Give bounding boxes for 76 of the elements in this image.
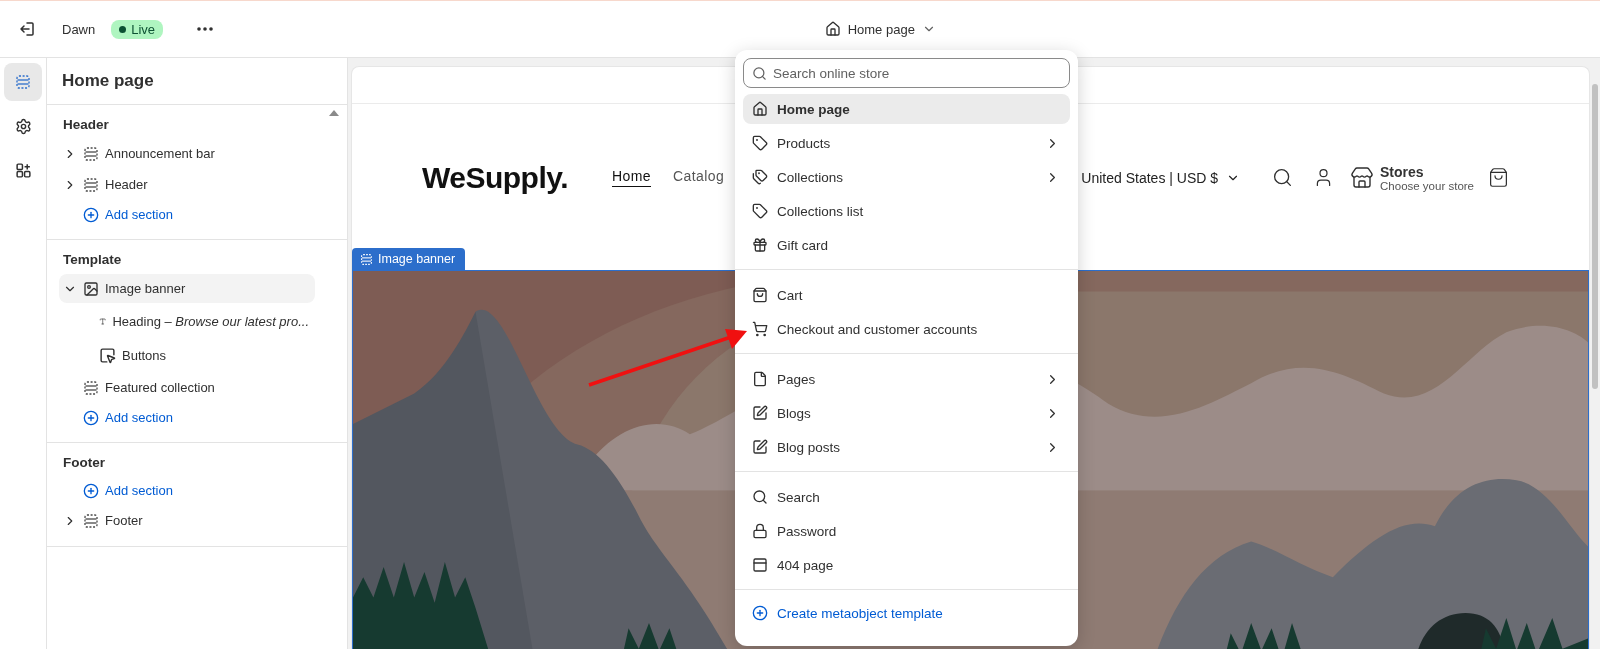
menu-item[interactable]: Collections (743, 162, 1070, 192)
add-section-button[interactable]: Add section (59, 200, 173, 229)
search-icon (752, 66, 767, 81)
section-item[interactable]: Header (59, 170, 315, 199)
sidebar-title: Home page (47, 58, 347, 105)
section-icon (83, 512, 99, 529)
section-item[interactable]: Image banner (59, 274, 315, 303)
page-selector[interactable]: Home page (816, 15, 944, 43)
ellipsis-icon (197, 27, 214, 31)
tag-icon (752, 135, 768, 151)
apps-icon (14, 161, 32, 179)
section-item[interactable]: Footer (59, 506, 315, 535)
menu-item[interactable]: Pages (743, 364, 1070, 394)
search-field[interactable]: Search online store (743, 58, 1070, 88)
section-icon (15, 74, 31, 90)
tags-icon (752, 169, 768, 185)
plus-icon (83, 206, 99, 223)
stores-title: Stores (1380, 163, 1425, 180)
tag-icon (752, 203, 768, 219)
menu-item[interactable]: Cart (743, 280, 1070, 310)
nav-link[interactable]: Home (612, 168, 652, 187)
section-item[interactable]: Heading – Browse our latest pro... (59, 305, 315, 337)
home-icon (752, 101, 768, 117)
theme-name: Dawn (62, 21, 96, 37)
group-title: Template (63, 252, 123, 267)
file-icon (752, 371, 768, 387)
plus-icon (83, 409, 99, 426)
group-title: Header (63, 117, 110, 132)
menu-item[interactable]: Products (743, 128, 1070, 158)
section-icon (360, 252, 373, 266)
section-icon (83, 176, 99, 193)
search-icon (1272, 167, 1294, 188)
menu-item[interactable]: Password (743, 516, 1070, 546)
image-icon (83, 280, 99, 297)
settings-icon (14, 117, 32, 135)
menu-item[interactable]: Collections list (743, 196, 1070, 226)
scroll-up-icon[interactable] (329, 110, 339, 116)
section-item[interactable]: Announcement bar (59, 139, 315, 168)
menu-item[interactable]: Checkout and customer accounts (743, 314, 1070, 344)
locale-selector[interactable]: United States | USD $ (1075, 168, 1247, 187)
create-template-button[interactable]: Create metaobject template (743, 598, 1070, 628)
store-icon (1350, 165, 1375, 190)
scrollbar-thumb[interactable] (1592, 84, 1598, 389)
nav-link[interactable]: Catalog (673, 168, 725, 187)
section-item[interactable]: Featured collection (59, 373, 315, 402)
plus-icon (752, 605, 768, 621)
gift-icon (752, 237, 768, 253)
edit-icon (752, 439, 768, 455)
menu-item[interactable]: Gift card (743, 230, 1070, 260)
menu-item[interactable]: 404 page (743, 550, 1070, 580)
store-logo: WeSupply. (422, 160, 569, 195)
search-icon (752, 489, 768, 505)
group-title: Footer (63, 455, 106, 470)
plus-icon (83, 482, 99, 499)
lock-icon (752, 523, 768, 539)
bag-icon (1488, 167, 1509, 188)
pointer-icon (99, 346, 116, 364)
home-icon (824, 21, 841, 37)
status-badge: Live (111, 19, 164, 39)
layout-icon (752, 557, 768, 573)
add-section-button[interactable]: Add section (59, 403, 173, 432)
bag-icon (752, 287, 768, 303)
menu-item[interactable]: Home page (743, 94, 1070, 124)
section-tag: Image banner (352, 248, 466, 270)
section-item[interactable]: Buttons (59, 339, 315, 371)
menu-item[interactable]: Blogs (743, 398, 1070, 428)
section-icon (83, 145, 99, 162)
sections-tab[interactable] (4, 63, 42, 101)
menu-item[interactable]: Search (743, 482, 1070, 512)
exit-icon (18, 20, 36, 38)
section-icon (83, 379, 99, 396)
edit-icon (752, 405, 768, 421)
menu-item[interactable]: Blog posts (743, 432, 1070, 462)
stores-subtitle: Choose your store (1380, 179, 1474, 192)
add-section-button[interactable]: Add section (59, 476, 173, 505)
cart-icon (752, 321, 768, 337)
